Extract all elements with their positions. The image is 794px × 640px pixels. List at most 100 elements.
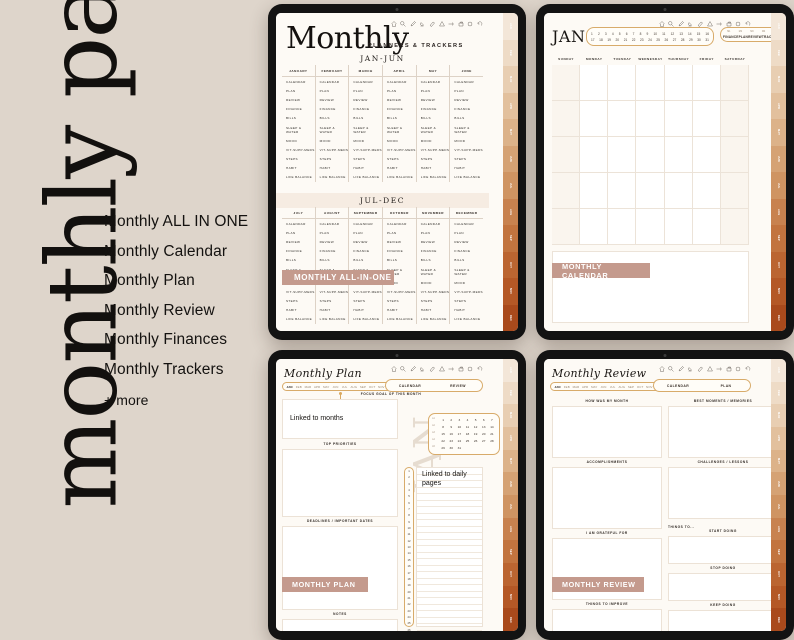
month-row-link[interactable]: LIFE BALANCE — [282, 315, 315, 324]
date-link-22[interactable]: 22 — [632, 37, 636, 43]
side-tab-may[interactable]: MAY — [771, 119, 786, 146]
side-tab-oct[interactable]: OCT — [771, 563, 786, 586]
calendar-cell[interactable] — [636, 209, 665, 245]
nav-button-plan[interactable]: PLAN — [739, 35, 748, 39]
month-row-link[interactable]: BILLS — [383, 256, 416, 265]
date-link-23[interactable]: 23 — [640, 37, 644, 43]
month-row-link[interactable]: BILLS — [282, 256, 315, 265]
month-row-link[interactable]: REVIEW — [417, 237, 450, 246]
side-tab-feb[interactable]: FEB — [771, 381, 786, 405]
month-row-link[interactable]: LIFE BALANCE — [383, 173, 416, 182]
month-row-link[interactable]: CALENDAR — [349, 219, 382, 228]
month-tab-sep[interactable]: SEP — [358, 385, 367, 389]
month-row-link[interactable]: MOOD — [282, 136, 315, 145]
month-row-link[interactable]: BILLS — [450, 256, 483, 265]
month-row-link[interactable]: VIT-SUPP-MEDS — [383, 145, 416, 154]
shapes-icon[interactable] — [706, 366, 713, 372]
side-tab-jun[interactable]: JUN — [503, 472, 518, 496]
day-number-5[interactable]: 5 — [408, 495, 410, 498]
side-tab-jul[interactable]: JUL — [503, 495, 518, 518]
month-tab-oct[interactable]: OCT — [636, 385, 645, 389]
month-tab-jan[interactable]: JAN — [285, 385, 294, 389]
day-number-23[interactable]: 23 — [407, 609, 410, 613]
month-row-link[interactable]: VIT-SUPP-MEDS — [316, 287, 349, 296]
lasso-icon[interactable] — [467, 21, 473, 27]
daily-line[interactable] — [417, 631, 482, 632]
day-number-20[interactable]: 20 — [407, 590, 410, 594]
month-row-link[interactable]: CALENDAR — [316, 219, 349, 228]
toolbar[interactable] — [390, 366, 483, 372]
start-doing-box[interactable] — [668, 536, 771, 564]
month-tab-oct[interactable]: OCT — [368, 385, 377, 389]
month-row-link[interactable]: SLEEP & WATER — [282, 123, 315, 136]
top-priorities-box[interactable] — [282, 449, 398, 517]
month-row-link[interactable]: FINANCE — [282, 105, 315, 114]
mini-calendar-day[interactable]: 9 — [447, 424, 455, 431]
month-row-link[interactable]: PLAN — [282, 228, 315, 237]
calendar-cell[interactable] — [692, 65, 721, 101]
date-link-24[interactable]: 24 — [648, 37, 652, 43]
month-row-link[interactable]: SLEEP & WATER — [349, 123, 382, 136]
day-number-19[interactable]: 19 — [407, 584, 410, 587]
date-link-20[interactable]: 20 — [616, 37, 620, 43]
month-row-link[interactable]: CALENDAR — [383, 219, 416, 228]
month-tab-feb[interactable]: FEB — [562, 385, 571, 389]
date-link-26[interactable]: 26 — [665, 37, 669, 43]
date-link-27[interactable]: 27 — [673, 37, 677, 43]
month-row-link[interactable]: BILLS — [450, 114, 483, 123]
month-row-link[interactable]: CALENDAR — [282, 77, 315, 86]
mini-calendar-day[interactable]: 24 — [455, 437, 463, 444]
month-row-link[interactable]: REVIEW — [316, 95, 349, 104]
month-row-link[interactable]: CALENDAR — [282, 219, 315, 228]
move-icon[interactable] — [716, 21, 723, 27]
mini-calendar-day[interactable]: 21 — [488, 431, 496, 438]
search-icon[interactable] — [668, 366, 674, 372]
month-row-link[interactable]: LIFE BALANCE — [316, 315, 349, 324]
month-tab-may[interactable]: MAY — [590, 385, 599, 389]
things-to-improve-box[interactable] — [552, 609, 662, 631]
date-link-18[interactable]: 18 — [599, 37, 603, 43]
date-link-25[interactable]: 25 — [656, 37, 660, 43]
calendar-cell[interactable] — [720, 101, 749, 137]
notes-box[interactable] — [282, 619, 398, 631]
date-link-28[interactable]: 28 — [681, 37, 685, 43]
month-row-link[interactable]: CALENDAR — [383, 77, 416, 86]
side-tab-may[interactable]: MAY — [771, 449, 786, 473]
eraser-icon[interactable] — [687, 366, 693, 372]
side-tab-jun[interactable]: JUN — [771, 472, 786, 496]
month-row-link[interactable]: LIFE BALANCE — [349, 315, 382, 324]
side-tab-aug[interactable]: AUG — [503, 517, 518, 541]
mini-calendar-day[interactable]: 8 — [439, 424, 447, 431]
month-row-link[interactable]: VIT-SUPP-MEDS — [316, 145, 349, 154]
nav-button-plan[interactable]: PLAN — [702, 384, 750, 388]
calendar-cell[interactable] — [720, 65, 749, 101]
month-row-link[interactable]: PLAN — [450, 228, 483, 237]
month-row-link[interactable]: VIT-SUPP-MEDS — [417, 145, 450, 154]
month-row-link[interactable]: PLAN — [349, 228, 382, 237]
calendar-cell[interactable] — [552, 209, 581, 245]
side-tab-jun[interactable]: JUN — [771, 145, 786, 172]
calendar-cell[interactable] — [580, 173, 609, 209]
mini-calendar-day[interactable]: 11 — [463, 424, 471, 431]
month-row-link[interactable]: MOOD — [417, 136, 450, 145]
calendar-cell[interactable] — [580, 65, 609, 101]
month-tab-apr[interactable]: APR — [581, 385, 590, 389]
calendar-cell[interactable] — [664, 209, 693, 245]
month-row-link[interactable]: MOOD — [316, 136, 349, 145]
month-grid-first-half[interactable]: JANUARY CALENDAR PLAN REVIEW FINANCE BILLS SLE… — [282, 65, 484, 183]
month-row-link[interactable]: STEPS — [450, 155, 483, 164]
month-row-link[interactable]: VIT-SUPP-MEDS — [349, 145, 382, 154]
search-icon[interactable] — [400, 366, 406, 372]
side-tab-jan[interactable]: JAN — [771, 359, 786, 382]
mini-calendar-day[interactable]: 15 — [439, 431, 447, 438]
calendar-cell[interactable] — [608, 101, 637, 137]
mini-calendar-day[interactable]: 20 — [480, 431, 488, 438]
month-tab-apr[interactable]: APR — [313, 385, 322, 389]
calendar-cell[interactable] — [720, 173, 749, 209]
month-row-link[interactable]: REVIEW — [383, 237, 416, 246]
side-tab-jan[interactable]: JAN — [771, 13, 786, 40]
month-row-link[interactable]: VIT-SUPP-MEDS — [450, 145, 483, 154]
stop-doing-box[interactable] — [668, 573, 771, 601]
day-number-18[interactable]: 18 — [407, 578, 410, 581]
shapes-icon[interactable] — [438, 21, 445, 27]
